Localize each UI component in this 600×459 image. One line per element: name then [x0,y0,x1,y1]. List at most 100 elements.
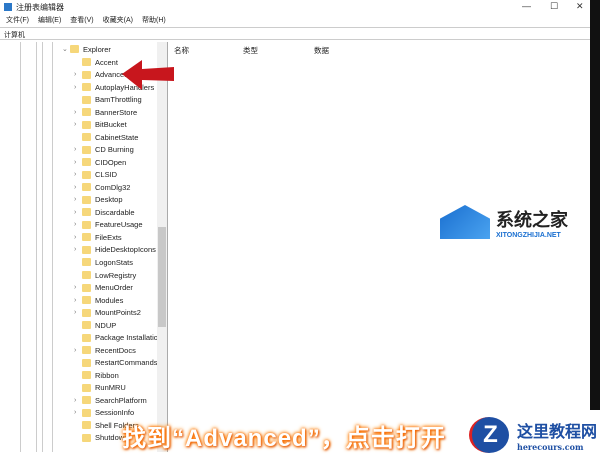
tree-node[interactable]: › MenuOrder [74,282,133,294]
tree-node-label: LogonStats [95,257,133,267]
folder-icon [82,183,91,192]
tree-node[interactable]: › ComDlg32 [74,181,130,193]
tree-node[interactable]: › HideDesktopIcons [74,244,156,256]
tree-node[interactable]: › FeatureUsage [74,219,143,231]
tree-node[interactable]: LowRegistry [74,269,136,281]
tree-node-label: CabinetState [95,132,139,142]
tree-node-label: Accent [95,57,118,67]
menu-edit[interactable]: 编辑(E) [38,15,61,25]
tree-node[interactable]: BamThrottling [74,94,142,106]
chevron-right-icon[interactable]: › [74,71,82,78]
chevron-right-icon[interactable]: › [74,146,82,153]
chevron-right-icon[interactable]: › [74,109,82,116]
tree-node[interactable]: › RecentDocs [74,344,136,356]
tree-node-label: BitBucket [95,120,127,130]
chevron-right-icon[interactable]: › [74,121,82,128]
tree-node[interactable]: › CLSID [74,169,117,181]
scrollbar-thumb[interactable] [158,227,166,327]
tree-node[interactable]: NDUP [74,319,116,331]
menu-file[interactable]: 文件(F) [6,15,29,25]
tree-node[interactable]: › CD Burning [74,144,134,156]
folder-icon [82,208,91,217]
values-pane: 名称 类型 数据 [170,42,590,452]
folder-icon [82,433,91,442]
folder-icon [82,333,91,342]
tree-node[interactable]: Accent [74,56,118,68]
tree-node[interactable]: › BitBucket [74,119,127,131]
chevron-right-icon[interactable]: › [74,397,82,404]
folder-icon [82,233,91,242]
tree-node[interactable]: › FileExts [74,231,122,243]
tree-node[interactable]: › SearchPlatform [74,394,147,406]
tree-node[interactable]: Package Installation [74,332,162,344]
tree-node[interactable]: › Modules [74,294,123,306]
tree-node[interactable]: RunMRU [74,382,126,394]
tree-node[interactable]: RestartCommands [74,357,158,369]
tree-node[interactable]: LogonStats [74,256,133,268]
tree-node-label: HideDesktopIcons [95,245,156,255]
folder-icon [82,308,91,317]
watermark-title: 系统之家 [496,209,568,230]
address-bar[interactable]: 计算机 [0,27,600,40]
chevron-right-icon[interactable]: › [74,409,82,416]
maximize-button[interactable]: ☐ [550,1,558,12]
column-name[interactable]: 名称 [174,45,189,56]
tree-node-label: FeatureUsage [95,220,143,230]
tree-node-label: CLSID [95,170,118,180]
tree-node[interactable]: › Desktop [74,194,123,206]
folder-icon [82,396,91,405]
tree-node-label: Discardable [95,207,135,217]
tree-scrollbar[interactable] [157,42,167,452]
tree-node[interactable]: › MountPoints2 [74,307,141,319]
site-logo-icon: Z [469,416,509,453]
chevron-right-icon[interactable]: › [74,184,82,191]
tree-node-label: ComDlg32 [95,182,131,192]
tree-node-label: RecentDocs [95,345,136,355]
chevron-right-icon[interactable]: › [74,159,82,166]
folder-icon [82,383,91,392]
folder-icon [82,321,91,330]
window-title: 注册表编辑器 [16,2,64,12]
tree-node-label: BannerStore [95,107,138,117]
minimize-button[interactable]: — [522,1,531,11]
regedit-icon [4,3,12,11]
folder-icon [82,408,91,417]
menu-favorites[interactable]: 收藏夹(A) [103,15,133,25]
folder-icon [82,120,91,129]
chevron-down-icon[interactable]: ⌄ [62,45,70,53]
column-type[interactable]: 类型 [243,45,258,56]
chevron-right-icon[interactable]: › [74,221,82,228]
tree-node-label: Modules [95,295,124,305]
close-button[interactable]: ✕ [576,1,584,12]
chevron-right-icon[interactable]: › [74,209,82,216]
chevron-right-icon[interactable]: › [74,196,82,203]
window-edge [590,0,600,459]
column-data[interactable]: 数据 [314,45,329,56]
tree-node[interactable]: Shutdown [74,432,128,444]
chevron-right-icon[interactable]: › [74,234,82,241]
folder-icon [82,258,91,267]
menu-view[interactable]: 查看(V) [70,15,93,25]
tree-node-label: MountPoints2 [95,308,141,318]
tree-node-label: Desktop [95,195,123,205]
folder-icon [82,70,91,79]
badge-url: herecours.com [517,441,584,452]
tree-node-label: NDUP [95,320,117,330]
chevron-right-icon[interactable]: › [74,246,82,253]
tree-node[interactable]: CabinetState [74,131,138,143]
tree-node[interactable]: › BannerStore [74,106,137,118]
chevron-right-icon[interactable]: › [74,284,82,291]
folder-icon [82,83,91,92]
chevron-right-icon[interactable]: › [74,309,82,316]
chevron-right-icon[interactable]: › [74,84,82,91]
menu-help[interactable]: 帮助(H) [142,15,166,25]
chevron-right-icon[interactable]: › [74,297,82,304]
chevron-right-icon[interactable]: › [74,347,82,354]
tree-node[interactable]: › Discardable [74,206,135,218]
tree-node-explorer[interactable]: ⌄ Explorer [62,43,111,55]
tree-node[interactable]: › CIDOpen [74,156,126,168]
folder-icon [82,421,91,430]
chevron-right-icon[interactable]: › [74,171,82,178]
tree-node-label: Package Installation [95,333,163,343]
tree-node[interactable]: Ribbon [74,369,119,381]
